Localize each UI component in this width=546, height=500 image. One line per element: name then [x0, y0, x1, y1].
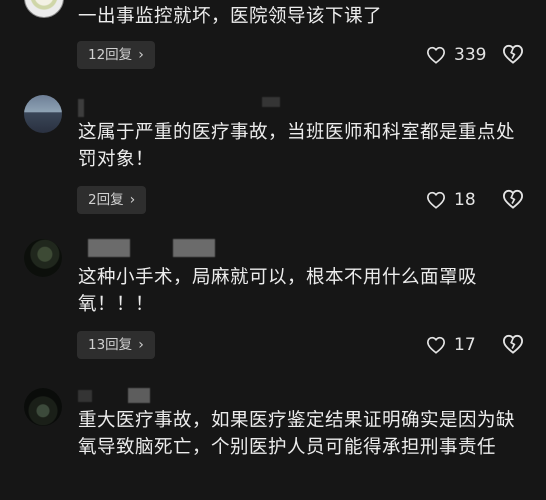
avatar[interactable] [24, 0, 64, 18]
comment-text: 这种小手术，局麻就可以，根本不用什么面罩吸氧！！！ [78, 267, 478, 315]
username-suffix [128, 388, 150, 403]
replies-label: 13回复 [88, 337, 133, 353]
username-suffix [173, 239, 215, 257]
like-button[interactable]: 18 [426, 188, 476, 212]
dislike-button[interactable] [502, 334, 524, 356]
chevron-right-icon: › [138, 337, 144, 353]
broken-heart-icon [502, 189, 524, 209]
broken-heart-icon [502, 44, 524, 64]
like-button[interactable]: 17 [426, 333, 476, 357]
like-button[interactable]: 339 [426, 43, 486, 67]
heart-outline-icon [426, 336, 446, 354]
username[interactable] [78, 99, 84, 117]
heart-outline-icon [426, 46, 446, 64]
like-count: 18 [454, 190, 476, 210]
replies-button[interactable]: 12回复 › [77, 41, 155, 69]
comment-text: 一出事监控就坏，医院领导该下课了 [78, 6, 383, 27]
username[interactable] [88, 239, 130, 257]
replies-label: 12回复 [88, 47, 133, 63]
avatar[interactable] [24, 95, 62, 133]
comment-text: 这属于严重的医疗事故，当班医师和科室都是重点处罚对象！ [78, 122, 516, 170]
chevron-right-icon: › [138, 47, 144, 63]
like-count: 339 [454, 45, 487, 65]
avatar[interactable] [24, 239, 62, 277]
dislike-button[interactable] [502, 44, 524, 66]
chevron-right-icon: › [129, 192, 136, 208]
comment-text: 重大医疗事故，如果医疗鉴定结果证明确实是因为缺氧导致脑死亡，个别医护人员可能得承… [78, 410, 516, 458]
username-suffix [262, 97, 280, 107]
replies-label: 2回复 [88, 192, 124, 208]
heart-outline-icon [426, 191, 446, 209]
dislike-button[interactable] [502, 189, 524, 211]
replies-button[interactable]: 13回复 › [77, 331, 155, 359]
replies-button[interactable]: 2回复 › [77, 186, 147, 214]
broken-heart-icon [502, 334, 524, 354]
like-count: 17 [454, 335, 476, 355]
username[interactable] [78, 390, 92, 402]
avatar[interactable] [24, 388, 62, 426]
